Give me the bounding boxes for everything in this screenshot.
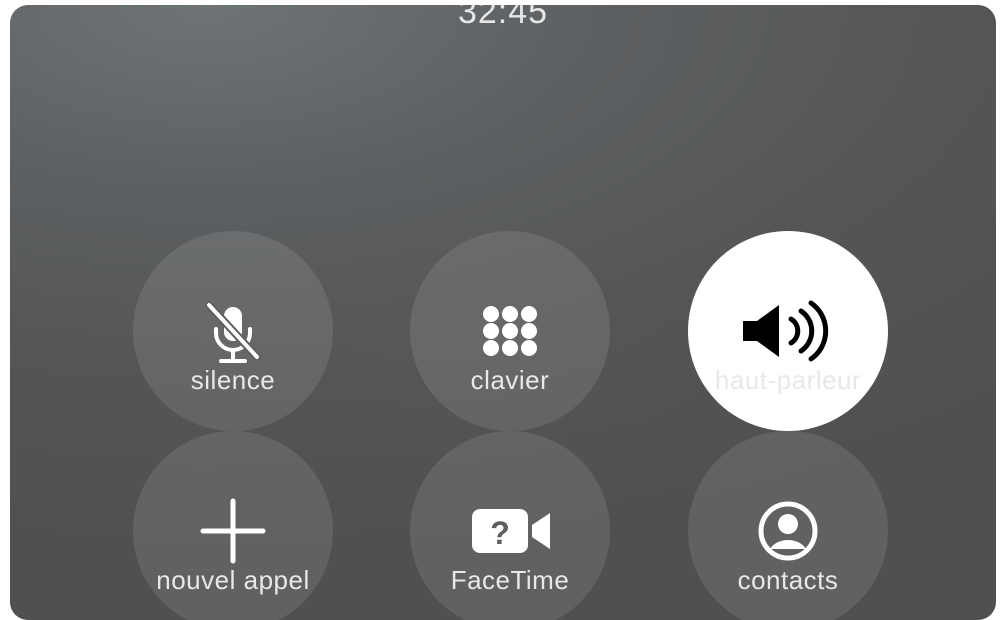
mute-label: silence [190,365,276,395]
add-call-label: nouvel appel [156,565,310,595]
facetime-label: FaceTime [450,565,570,595]
contacts-icon [748,491,828,571]
keypad-button[interactable] [410,231,610,431]
mute-button[interactable] [133,231,333,431]
svg-text:?: ? [490,515,510,551]
mic-slash-icon [193,291,273,371]
keypad-label: clavier [470,365,550,395]
plus-icon [193,491,273,571]
speaker-icon [733,291,843,371]
call-timer: 32:45 [457,5,549,31]
speaker-label: haut-parleur [714,365,862,395]
facetime-icon: ? [460,491,560,571]
call-screen: 32:45 silence clavier haut-parleur nouve… [10,5,996,620]
keypad-icon [470,291,550,371]
contacts-label: contacts [737,565,839,595]
speaker-button[interactable] [688,231,888,431]
